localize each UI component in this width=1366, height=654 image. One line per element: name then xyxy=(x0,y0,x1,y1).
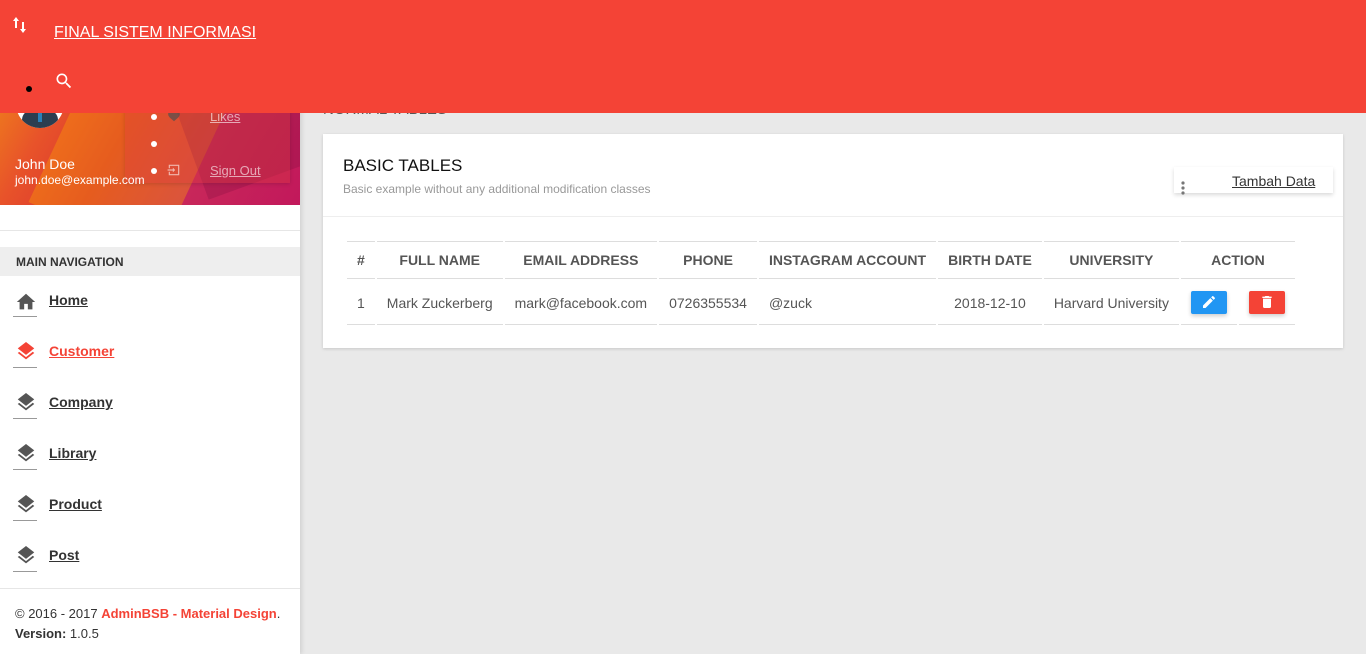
cell-name: Mark Zuckerberg xyxy=(376,281,503,325)
user-menu-sign-out[interactable]: Sign Out xyxy=(210,163,261,178)
sidebar-item-label: Customer xyxy=(49,343,115,359)
column-header: EMAIL ADDRESS xyxy=(504,241,658,279)
column-header: PHONE xyxy=(659,241,757,279)
cell-university: Harvard University xyxy=(1043,281,1179,325)
header-dropdown: Tambah Data xyxy=(1174,167,1333,195)
sidebar-footer: © 2016 - 2017 AdminBSB - Material Design… xyxy=(0,588,300,654)
customer-table: # FULL NAME EMAIL ADDRESS PHONE INSTAGRA… xyxy=(345,239,1297,327)
card-title: BASIC TABLES xyxy=(343,156,463,175)
sidebar-item-label: Home xyxy=(49,292,88,308)
divider xyxy=(0,230,300,231)
table-header-row: # FULL NAME EMAIL ADDRESS PHONE INSTAGRA… xyxy=(347,241,1295,279)
layers-icon xyxy=(17,444,35,462)
copyright: © 2016 - 2017 AdminBSB - Material Design… xyxy=(15,606,281,621)
swap-vert-icon[interactable] xyxy=(12,16,28,34)
input-icon xyxy=(167,164,180,176)
sidebar-item-home[interactable]: Home xyxy=(0,283,300,323)
search-icon[interactable] xyxy=(54,71,74,91)
layers-icon xyxy=(17,342,35,360)
layers-icon xyxy=(17,546,35,564)
pencil-icon xyxy=(1202,296,1215,308)
column-header: UNIVERSITY xyxy=(1043,241,1179,279)
cell-birth-date: 2018-12-10 xyxy=(938,281,1042,325)
brand-link[interactable]: AdminBSB - Material Design xyxy=(101,606,277,621)
column-header: # xyxy=(347,241,375,279)
sidebar-item-library[interactable]: Library xyxy=(0,436,300,476)
sidebar-item-post[interactable]: Post xyxy=(0,538,300,578)
top-navbar: FINAL SISTEM INFORMASI xyxy=(0,0,1366,113)
layers-icon xyxy=(17,393,35,411)
sidebar-item-label: Company xyxy=(49,394,113,410)
nav-header: MAIN NAVIGATION xyxy=(0,247,300,276)
cell-instagram: @zuck xyxy=(758,281,937,325)
sidebar-item-label: Post xyxy=(49,547,80,563)
cell-edit xyxy=(1180,281,1237,325)
table-row: 1 Mark Zuckerberg mark@facebook.com 0726… xyxy=(347,281,1295,325)
sidebar-item-company[interactable]: Company xyxy=(0,385,300,425)
home-icon xyxy=(16,293,36,310)
basic-tables-card: BASIC TABLES Basic example without any a… xyxy=(323,134,1343,348)
column-header: ACTION xyxy=(1180,241,1295,279)
app-title[interactable]: FINAL SISTEM INFORMASI xyxy=(54,24,256,42)
column-header: INSTAGRAM ACCOUNT xyxy=(758,241,937,279)
cell-phone: 0726355534 xyxy=(659,281,757,325)
column-header: BIRTH DATE xyxy=(938,241,1042,279)
cell-delete xyxy=(1238,281,1295,325)
list-bullet xyxy=(26,86,32,92)
user-email: john.doe@example.com xyxy=(15,173,145,187)
trash-icon xyxy=(1262,296,1272,308)
tambah-data-link[interactable]: Tambah Data xyxy=(1232,173,1315,189)
sidebar-item-label: Product xyxy=(49,496,102,512)
card-subtitle: Basic example without any additional mod… xyxy=(343,182,651,196)
layers-icon xyxy=(17,495,35,513)
card-header: BASIC TABLES Basic example without any a… xyxy=(323,134,1343,217)
user-name: John Doe xyxy=(15,156,75,172)
version: Version: 1.0.5 xyxy=(15,626,99,641)
column-header: FULL NAME xyxy=(376,241,503,279)
edit-button[interactable] xyxy=(1190,291,1227,314)
more-vert-icon[interactable] xyxy=(1181,181,1185,195)
cell-email: mark@facebook.com xyxy=(504,281,658,325)
sidebar-item-product[interactable]: Product xyxy=(0,487,300,527)
sidebar-item-customer[interactable]: Customer xyxy=(0,334,300,374)
delete-button[interactable] xyxy=(1248,291,1285,314)
sidebar-item-label: Library xyxy=(49,445,97,461)
cell-no: 1 xyxy=(347,281,375,325)
